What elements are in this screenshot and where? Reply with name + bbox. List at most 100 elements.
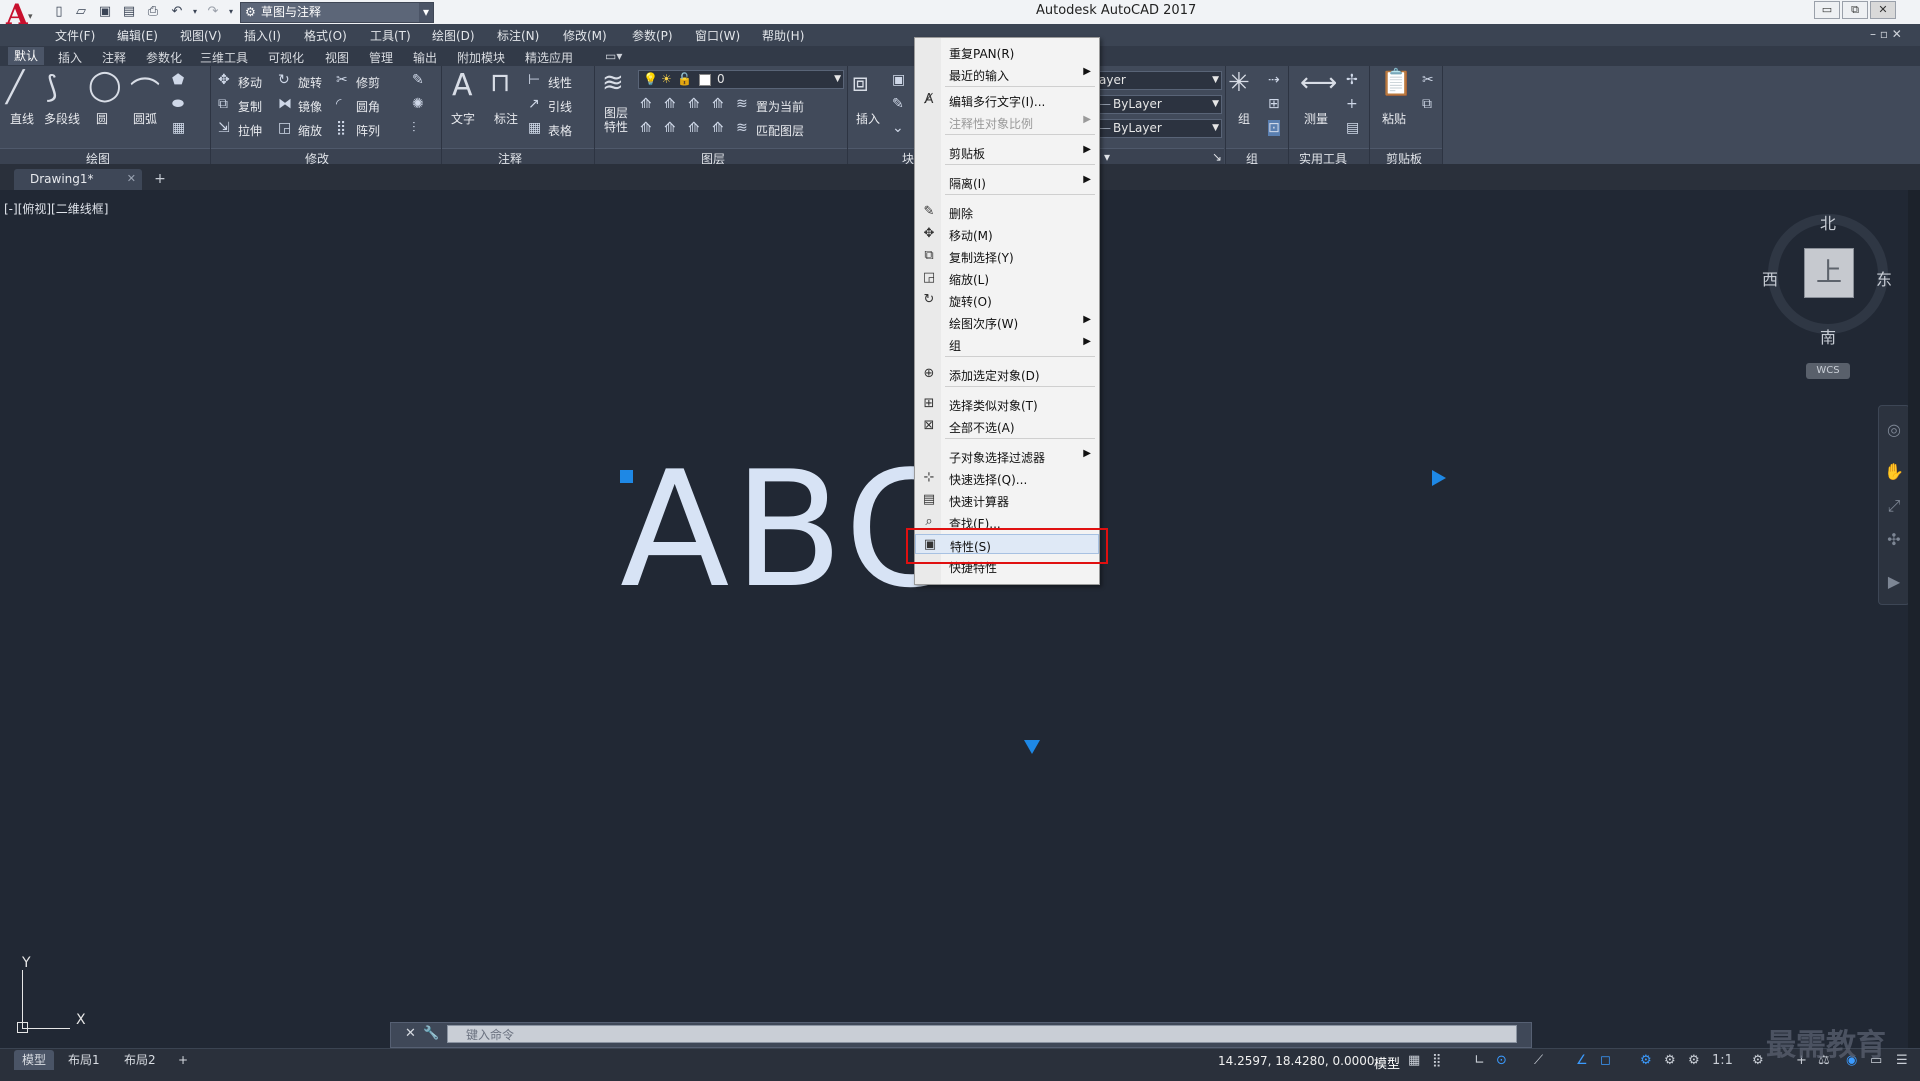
restore-button[interactable]: ⧉ — [1842, 1, 1868, 19]
menu-item-edit-mtext[interactable]: A̸ 编辑多行文字(I)... — [915, 90, 1099, 110]
attribute-icon[interactable]: ⌄ — [892, 120, 904, 136]
copy-icon[interactable]: ⧉ — [218, 96, 228, 112]
layer-tool-7-icon[interactable]: ⟰ — [688, 120, 700, 136]
menu-file[interactable]: 文件(F) — [55, 27, 95, 44]
menu-tools[interactable]: 工具(T) — [370, 27, 411, 44]
close-icon[interactable]: ✕ — [127, 172, 136, 185]
edit-block-icon[interactable]: ✎ — [892, 96, 904, 112]
text-grip-square[interactable] — [620, 470, 633, 483]
menu-dimension[interactable]: 标注(N) — [497, 27, 539, 44]
layers-panel-bar[interactable]: 图层 — [595, 148, 847, 166]
tab-output[interactable]: 输出 — [413, 49, 437, 66]
layer-tool-5-icon[interactable]: ⟰ — [640, 120, 652, 136]
close-icon[interactable]: ✕ — [405, 1026, 416, 1041]
fillet-button-label[interactable]: 圆角 — [356, 98, 380, 115]
group-button-label[interactable]: 组 — [1238, 110, 1250, 127]
tab-layout1[interactable]: 布局1 — [60, 1050, 108, 1070]
dimension-icon[interactable]: ⊓ — [490, 68, 510, 98]
layer-properties-icon[interactable]: ≋ — [602, 68, 624, 98]
group-icon[interactable]: ✳ — [1228, 68, 1250, 98]
compass-west[interactable]: 西 — [1762, 266, 1778, 290]
doc-window-controls[interactable]: – ▫ ✕ — [1870, 27, 1902, 41]
menu-item-select-similar[interactable]: ⊞ 选择类似对象(T) — [915, 394, 1099, 414]
tab-manage[interactable]: 管理 — [369, 49, 393, 66]
stretch-button-label[interactable]: 拉伸 — [238, 122, 262, 139]
menu-item-repeat-pan[interactable]: 重复PAN(R) — [915, 42, 1099, 62]
trim-button-label[interactable]: 修剪 — [356, 74, 380, 91]
tab-featured-apps[interactable]: 精选应用 — [525, 49, 573, 66]
grid-icon[interactable]: ▦ — [1408, 1053, 1420, 1068]
block-panel-bar[interactable]: 块 — [848, 148, 914, 166]
line-icon[interactable]: ╱ — [6, 70, 24, 105]
copy-clip-icon[interactable]: ⧉ — [1422, 96, 1432, 112]
wcs-menu[interactable]: WCS — [1806, 363, 1850, 379]
open-folder-icon[interactable]: ▱ — [72, 3, 90, 21]
match-layer-icon[interactable]: ≋ — [736, 120, 748, 136]
insert-block-icon[interactable]: ⧈ — [852, 68, 869, 99]
line-button-label[interactable]: 直线 — [10, 110, 34, 127]
leader-button-label[interactable]: 引线 — [548, 98, 572, 115]
tab-visualize[interactable]: 可视化 — [268, 49, 304, 66]
workspace-dropdown[interactable]: ⚙ 草图与注释 ▾ — [240, 2, 434, 23]
menu-help[interactable]: 帮助(H) — [762, 27, 804, 44]
new-tab-button[interactable]: + — [150, 170, 170, 188]
explode-icon[interactable]: ✺ — [412, 96, 424, 112]
isodraft-icon[interactable]: ⟋ — [1534, 1053, 1543, 1068]
command-input[interactable]: 键入命令 — [447, 1025, 1517, 1043]
viewport-controls[interactable]: [-][俯视][二维线框] — [4, 200, 108, 217]
layer-tool-4-icon[interactable]: ⟰ — [712, 96, 724, 112]
point-icon[interactable]: + — [1346, 96, 1358, 112]
minimize-button[interactable]: ▭ — [1814, 1, 1840, 19]
annotation-visibility-icon[interactable]: ⚙ — [1640, 1053, 1652, 1068]
array-icon[interactable]: ⣿ — [336, 120, 346, 136]
clipboard-panel-bar[interactable]: 剪贴板 — [1370, 148, 1442, 166]
polar-icon[interactable]: ⊙ — [1496, 1053, 1507, 1068]
layer-tool-8-icon[interactable]: ⟰ — [712, 120, 724, 136]
circle-icon[interactable]: ◯ — [88, 68, 122, 103]
trim-icon[interactable]: ✂ — [336, 72, 348, 88]
customization-icon[interactable]: ☰ — [1896, 1053, 1908, 1068]
paste-icon[interactable]: 📋 — [1380, 68, 1412, 98]
menu-item-scale[interactable]: ◲ 缩放(L) — [915, 268, 1099, 288]
menu-item-quick-select[interactable]: ⊹ 快速选择(Q)... — [915, 468, 1099, 488]
polyline-icon[interactable]: ⟆ — [46, 70, 58, 105]
coordinates-readout[interactable]: 14.2597, 18.4280, 0.0000 — [1218, 1054, 1375, 1068]
measure-button-label[interactable]: 测量 — [1304, 110, 1328, 127]
tab-annotate[interactable]: 注释 — [102, 49, 126, 66]
insert-button-label[interactable]: 插入 — [856, 110, 880, 127]
snap-icon[interactable]: ⣿ — [1432, 1053, 1442, 1068]
layer-properties-label[interactable]: 图层特性 — [604, 106, 628, 134]
arc-button-label[interactable]: 圆弧 — [133, 110, 157, 127]
zoom-extents-icon[interactable]: ⤢ — [1879, 496, 1909, 516]
tab-addins[interactable]: 附加模块 — [457, 49, 505, 66]
menu-format[interactable]: 格式(O) — [304, 27, 347, 44]
hatch-icon[interactable]: ▦ — [172, 120, 185, 136]
linear-dim-icon[interactable]: ⊢ — [528, 72, 540, 88]
polyline-button-label[interactable]: 多段线 — [44, 110, 80, 127]
object-snap-icon[interactable]: ◻ — [1600, 1053, 1611, 1068]
new-file-icon[interactable]: ▯ — [50, 3, 68, 21]
properties-panel-bar[interactable]: ▾ ↘ — [1098, 148, 1224, 165]
draw-panel-bar[interactable]: 绘图 — [0, 148, 210, 166]
pan-icon[interactable]: ✋ — [1879, 462, 1909, 481]
model-space-toggle[interactable]: 模型 — [1374, 1053, 1400, 1072]
object-snap-tracking-icon[interactable]: ∠ — [1576, 1053, 1588, 1068]
group-select-icon[interactable]: ⊡ — [1268, 120, 1280, 136]
menu-item-move[interactable]: ✥ 移动(M) — [915, 224, 1099, 244]
print-icon[interactable]: ⎙ — [144, 3, 162, 21]
menu-item-rotate[interactable]: ↻ 旋转(O) — [915, 290, 1099, 310]
close-button[interactable]: ✕ — [1870, 1, 1896, 19]
save-icon[interactable]: ▣ — [96, 3, 114, 21]
mirror-button-label[interactable]: 镜像 — [298, 98, 322, 115]
menu-item-quickcalc[interactable]: ▤ 快速计算器 — [915, 490, 1099, 510]
offset-icon[interactable]: ⫶ — [412, 120, 416, 136]
tab-3d-tools[interactable]: 三维工具 — [200, 49, 248, 66]
arc-icon[interactable]: ⌒ — [130, 68, 160, 112]
menu-parametric[interactable]: 参数(P) — [632, 27, 673, 44]
undo-dropdown-icon[interactable]: ▾ — [186, 3, 204, 21]
ortho-icon[interactable]: ∟ — [1474, 1053, 1485, 1068]
menu-item-clipboard[interactable]: 剪贴板 ▶ — [915, 142, 1099, 162]
paste-button-label[interactable]: 粘贴 — [1382, 110, 1406, 127]
vertical-scrollbar[interactable] — [1908, 190, 1920, 1050]
layer-tool-2-icon[interactable]: ⟰ — [664, 96, 676, 112]
